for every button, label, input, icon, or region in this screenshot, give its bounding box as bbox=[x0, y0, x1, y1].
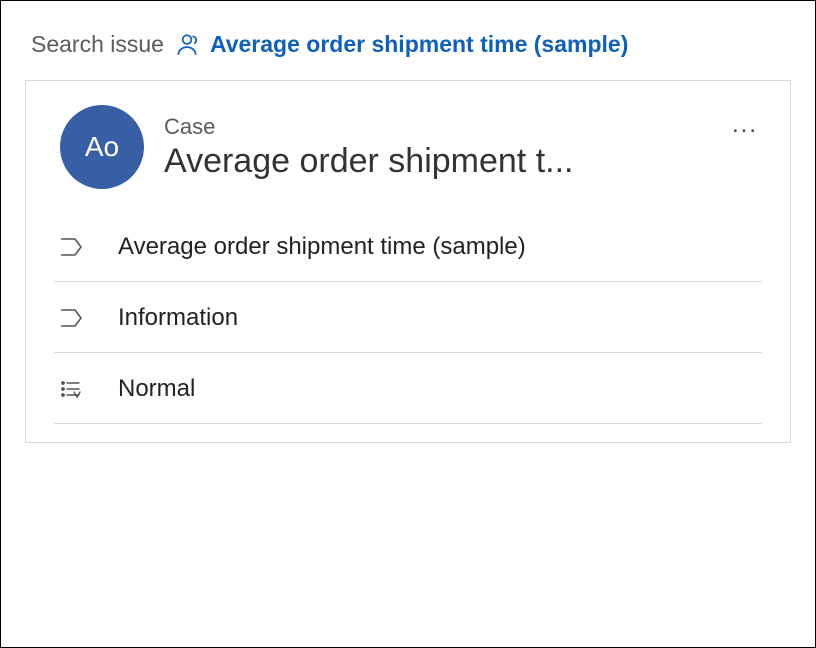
more-button[interactable]: ... bbox=[728, 109, 762, 141]
list-item[interactable]: Information bbox=[54, 282, 762, 353]
card-header-titles: Case Average order shipment t... bbox=[164, 114, 762, 181]
list-item-label: Information bbox=[118, 304, 238, 332]
tag-icon bbox=[58, 307, 84, 329]
customer-icon bbox=[174, 32, 200, 58]
breadcrumb-current[interactable]: Average order shipment time (sample) bbox=[210, 31, 628, 58]
list-item-label: Average order shipment time (sample) bbox=[118, 233, 526, 261]
detail-list: Average order shipment time (sample) Inf… bbox=[26, 207, 790, 442]
avatar-initials: Ao bbox=[85, 131, 119, 163]
record-type: Case bbox=[164, 114, 762, 140]
list-item-label: Normal bbox=[118, 375, 195, 403]
priority-icon bbox=[58, 378, 84, 400]
case-card: Ao Case Average order shipment t... ... … bbox=[25, 80, 791, 443]
tag-icon bbox=[58, 236, 84, 258]
list-item[interactable]: Average order shipment time (sample) bbox=[54, 211, 762, 282]
breadcrumb: Search issue Average order shipment time… bbox=[19, 19, 797, 80]
list-item[interactable]: Normal bbox=[54, 353, 762, 424]
avatar: Ao bbox=[60, 105, 144, 189]
card-header: Ao Case Average order shipment t... ... bbox=[26, 81, 790, 207]
breadcrumb-root[interactable]: Search issue bbox=[31, 31, 164, 58]
record-title: Average order shipment t... bbox=[164, 142, 762, 181]
